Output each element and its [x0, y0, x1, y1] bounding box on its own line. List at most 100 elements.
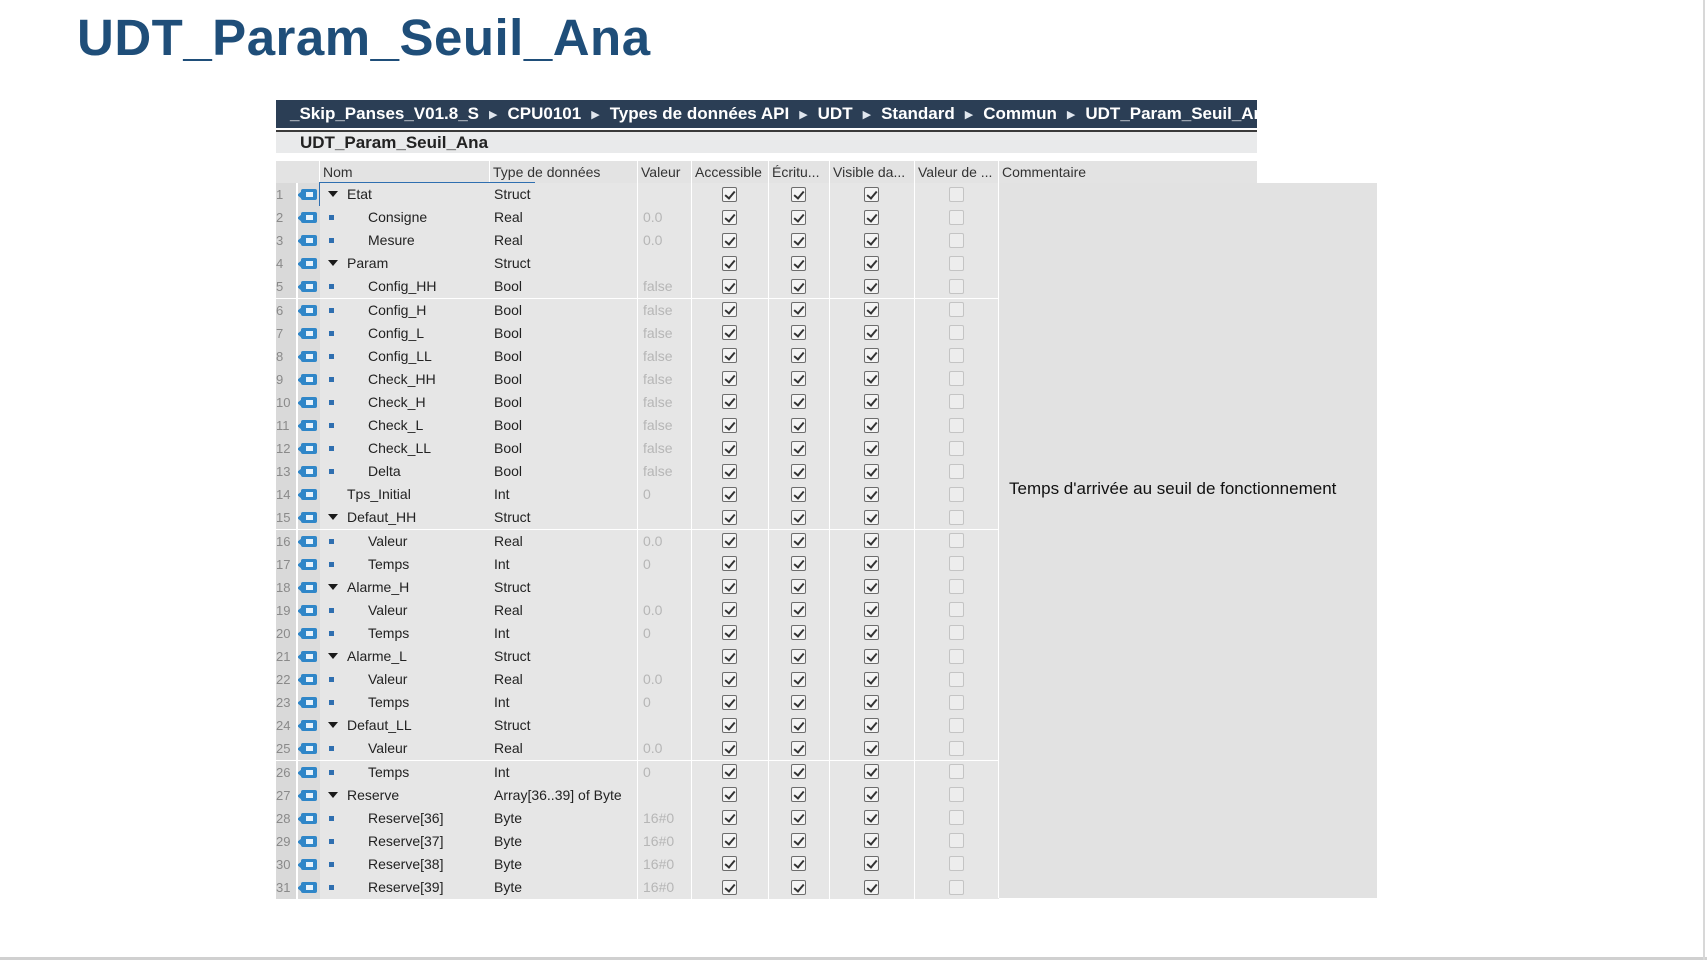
visible-checkbox[interactable]: [864, 556, 879, 572]
default-checkbox[interactable]: [949, 671, 964, 687]
table-row[interactable]: 20 Temps Int 0: [276, 621, 999, 645]
accessible-checkbox[interactable]: [722, 648, 737, 664]
column-header-default[interactable]: Valeur de ...: [915, 161, 999, 183]
visible-checkbox[interactable]: [864, 255, 879, 271]
write-checkbox[interactable]: [791, 186, 806, 202]
table-row[interactable]: 25 Valeur Real 0.0: [276, 737, 999, 761]
default-value-cell[interactable]: 16#0: [638, 806, 692, 830]
table-row[interactable]: 31 Reserve[39] Byte 16#0: [276, 876, 999, 900]
table-row[interactable]: 9 Check_HH Bool false: [276, 367, 999, 391]
default-value-cell[interactable]: 0.0: [638, 529, 692, 553]
accessible-checkbox[interactable]: [722, 833, 737, 849]
write-checkbox[interactable]: [791, 856, 806, 872]
expand-triangle-icon[interactable]: [328, 191, 338, 197]
visible-checkbox[interactable]: [864, 348, 879, 364]
write-checkbox[interactable]: [791, 417, 806, 433]
table-row[interactable]: 11 Check_L Bool false: [276, 414, 999, 438]
breadcrumb-item[interactable]: Types de données API: [610, 104, 790, 124]
visible-checkbox[interactable]: [864, 671, 879, 687]
write-checkbox[interactable]: [791, 787, 806, 803]
default-value-cell[interactable]: false: [638, 344, 692, 368]
visible-checkbox[interactable]: [864, 417, 879, 433]
table-row[interactable]: 5 Config_HH Bool false: [276, 275, 999, 299]
accessible-checkbox[interactable]: [722, 394, 737, 410]
write-checkbox[interactable]: [791, 625, 806, 641]
visible-checkbox[interactable]: [864, 325, 879, 341]
type-cell[interactable]: Bool: [490, 437, 638, 461]
default-checkbox[interactable]: [949, 879, 964, 895]
type-cell[interactable]: Byte: [490, 876, 638, 900]
write-checkbox[interactable]: [791, 440, 806, 456]
default-value-cell[interactable]: false: [638, 367, 692, 391]
type-cell[interactable]: Bool: [490, 390, 638, 414]
default-checkbox[interactable]: [949, 694, 964, 710]
accessible-checkbox[interactable]: [722, 417, 737, 433]
table-row[interactable]: 2 Consigne Real 0.0: [276, 206, 999, 230]
default-value-cell[interactable]: 16#0: [638, 852, 692, 876]
table-row[interactable]: 10 Check_H Bool false: [276, 390, 999, 414]
expand-triangle-icon[interactable]: [328, 791, 338, 798]
write-checkbox[interactable]: [791, 302, 806, 318]
default-value-cell[interactable]: false: [638, 321, 692, 345]
expand-triangle-icon[interactable]: [328, 722, 338, 729]
type-cell[interactable]: Int: [490, 552, 638, 576]
accessible-checkbox[interactable]: [722, 486, 737, 502]
write-checkbox[interactable]: [791, 717, 806, 733]
table-row[interactable]: 8 Config_LL Bool false: [276, 344, 999, 368]
default-value-cell[interactable]: false: [638, 390, 692, 414]
type-cell[interactable]: Struct: [490, 645, 638, 669]
default-checkbox[interactable]: [949, 602, 964, 618]
default-value-cell[interactable]: 0: [638, 621, 692, 645]
table-row[interactable]: 12 Check_LL Bool false: [276, 437, 999, 461]
write-checkbox[interactable]: [791, 671, 806, 687]
table-row[interactable]: 18 Alarme_H Struct: [276, 575, 999, 599]
table-row[interactable]: 6 Config_H Bool false: [276, 298, 999, 322]
accessible-checkbox[interactable]: [722, 232, 737, 248]
accessible-checkbox[interactable]: [722, 694, 737, 710]
breadcrumb-item[interactable]: _Skip_Panses_V01.8_S: [290, 104, 479, 124]
accessible-checkbox[interactable]: [722, 255, 737, 271]
type-cell[interactable]: Bool: [490, 367, 638, 391]
default-checkbox[interactable]: [949, 533, 964, 549]
type-cell[interactable]: Int: [490, 621, 638, 645]
default-checkbox[interactable]: [949, 232, 964, 248]
default-value-cell[interactable]: false: [638, 275, 692, 299]
write-checkbox[interactable]: [791, 648, 806, 664]
type-cell[interactable]: Bool: [490, 344, 638, 368]
accessible-checkbox[interactable]: [722, 879, 737, 895]
write-checkbox[interactable]: [791, 486, 806, 502]
default-checkbox[interactable]: [949, 371, 964, 387]
default-checkbox[interactable]: [949, 348, 964, 364]
default-checkbox[interactable]: [949, 856, 964, 872]
type-cell[interactable]: Int: [490, 691, 638, 715]
table-row[interactable]: 26 Temps Int 0: [276, 760, 999, 784]
write-checkbox[interactable]: [791, 394, 806, 410]
default-value-cell[interactable]: 0: [638, 483, 692, 507]
accessible-checkbox[interactable]: [722, 463, 737, 479]
default-value-cell[interactable]: false: [638, 437, 692, 461]
visible-checkbox[interactable]: [864, 509, 879, 525]
default-checkbox[interactable]: [949, 509, 964, 525]
default-value-cell[interactable]: [638, 714, 692, 738]
type-cell[interactable]: Bool: [490, 414, 638, 438]
visible-checkbox[interactable]: [864, 740, 879, 756]
column-header-visible[interactable]: Visible da...: [830, 161, 915, 183]
visible-checkbox[interactable]: [864, 694, 879, 710]
type-cell[interactable]: Struct: [490, 252, 638, 276]
type-cell[interactable]: Struct: [490, 714, 638, 738]
write-checkbox[interactable]: [791, 579, 806, 595]
table-row[interactable]: 14 Tps_Initial Int 0: [276, 483, 999, 507]
write-checkbox[interactable]: [791, 325, 806, 341]
accessible-checkbox[interactable]: [722, 209, 737, 225]
visible-checkbox[interactable]: [864, 209, 879, 225]
table-row[interactable]: 7 Config_L Bool false: [276, 321, 999, 345]
accessible-checkbox[interactable]: [722, 440, 737, 456]
accessible-checkbox[interactable]: [722, 602, 737, 618]
column-header-accessible[interactable]: Accessible: [692, 161, 769, 183]
column-header-write[interactable]: Écritu...: [769, 161, 830, 183]
accessible-checkbox[interactable]: [722, 764, 737, 780]
default-value-cell[interactable]: false: [638, 414, 692, 438]
write-checkbox[interactable]: [791, 694, 806, 710]
type-cell[interactable]: Real: [490, 529, 638, 553]
table-row[interactable]: 28 Reserve[36] Byte 16#0: [276, 806, 999, 830]
